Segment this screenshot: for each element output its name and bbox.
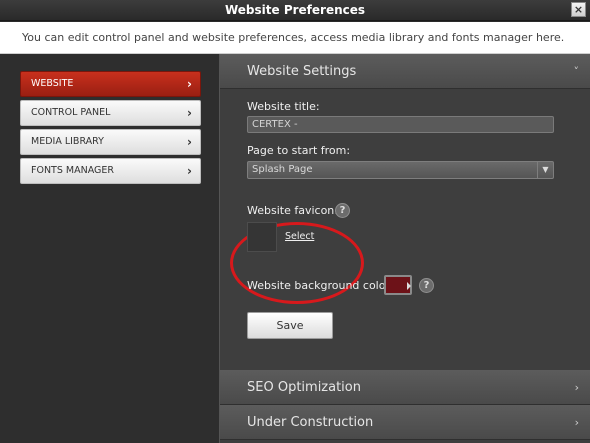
website-title-input[interactable]: [247, 116, 554, 133]
chevron-down-icon: ▼: [537, 162, 553, 178]
close-icon: ×: [573, 3, 584, 16]
sidebar-item-fonts-manager[interactable]: FONTS MANAGER ›: [20, 158, 201, 184]
section-under-construction[interactable]: Under Construction ›: [220, 405, 590, 440]
bg-color-label: Website background color:: [247, 279, 394, 292]
chevron-right-icon: ›: [574, 416, 579, 429]
favicon-preview: [247, 222, 277, 252]
window-title: Website Preferences: [224, 3, 366, 17]
section-seo-optimization[interactable]: SEO Optimization ›: [220, 370, 590, 405]
sidebar-item-control-panel[interactable]: CONTROL PANEL ›: [20, 100, 201, 126]
start-page-select[interactable]: Splash Page ▼: [247, 161, 554, 179]
favicon-select-link[interactable]: Select: [285, 231, 314, 242]
chevron-right-icon: ›: [187, 77, 192, 91]
swatch-arrow-icon: [407, 282, 411, 290]
sidebar: WEBSITE › CONTROL PANEL › MEDIA LIBRARY …: [0, 54, 219, 443]
sidebar-item-label: WEBSITE: [31, 78, 74, 89]
website-settings-body: Website title: Page to start from: Splas…: [220, 89, 590, 370]
main-panel: Website Settings ˅ Website title: Page t…: [219, 54, 590, 443]
sidebar-item-label: MEDIA LIBRARY: [31, 136, 104, 147]
window-titlebar: Website Preferences ×: [0, 0, 590, 21]
section-title: Under Construction: [247, 415, 374, 430]
sidebar-item-media-library[interactable]: MEDIA LIBRARY ›: [20, 129, 201, 155]
chevron-right-icon: ›: [187, 106, 192, 120]
sidebar-item-label: FONTS MANAGER: [31, 165, 114, 176]
sidebar-item-label: CONTROL PANEL: [31, 107, 111, 118]
bg-color-swatch[interactable]: [384, 275, 412, 295]
section-title: Website Settings: [247, 64, 357, 79]
start-page-label: Page to start from:: [247, 144, 351, 157]
save-button[interactable]: Save: [247, 312, 333, 339]
sidebar-item-website[interactable]: WEBSITE ›: [20, 71, 201, 97]
start-page-value: Splash Page: [252, 164, 313, 175]
website-title-label: Website title:: [247, 100, 320, 113]
chevron-down-icon: ˅: [573, 65, 580, 78]
info-text: You can edit control panel and website p…: [22, 31, 565, 44]
section-title: SEO Optimization: [247, 380, 361, 395]
favicon-label: Website favicon:: [247, 204, 338, 217]
section-website-settings[interactable]: Website Settings ˅: [220, 54, 590, 89]
help-icon[interactable]: ?: [419, 278, 434, 293]
chevron-right-icon: ›: [187, 135, 192, 149]
chevron-right-icon: ›: [187, 164, 192, 178]
info-bar: You can edit control panel and website p…: [0, 22, 590, 54]
chevron-right-icon: ›: [574, 381, 579, 394]
close-button[interactable]: ×: [571, 2, 586, 17]
help-icon[interactable]: ?: [335, 203, 350, 218]
